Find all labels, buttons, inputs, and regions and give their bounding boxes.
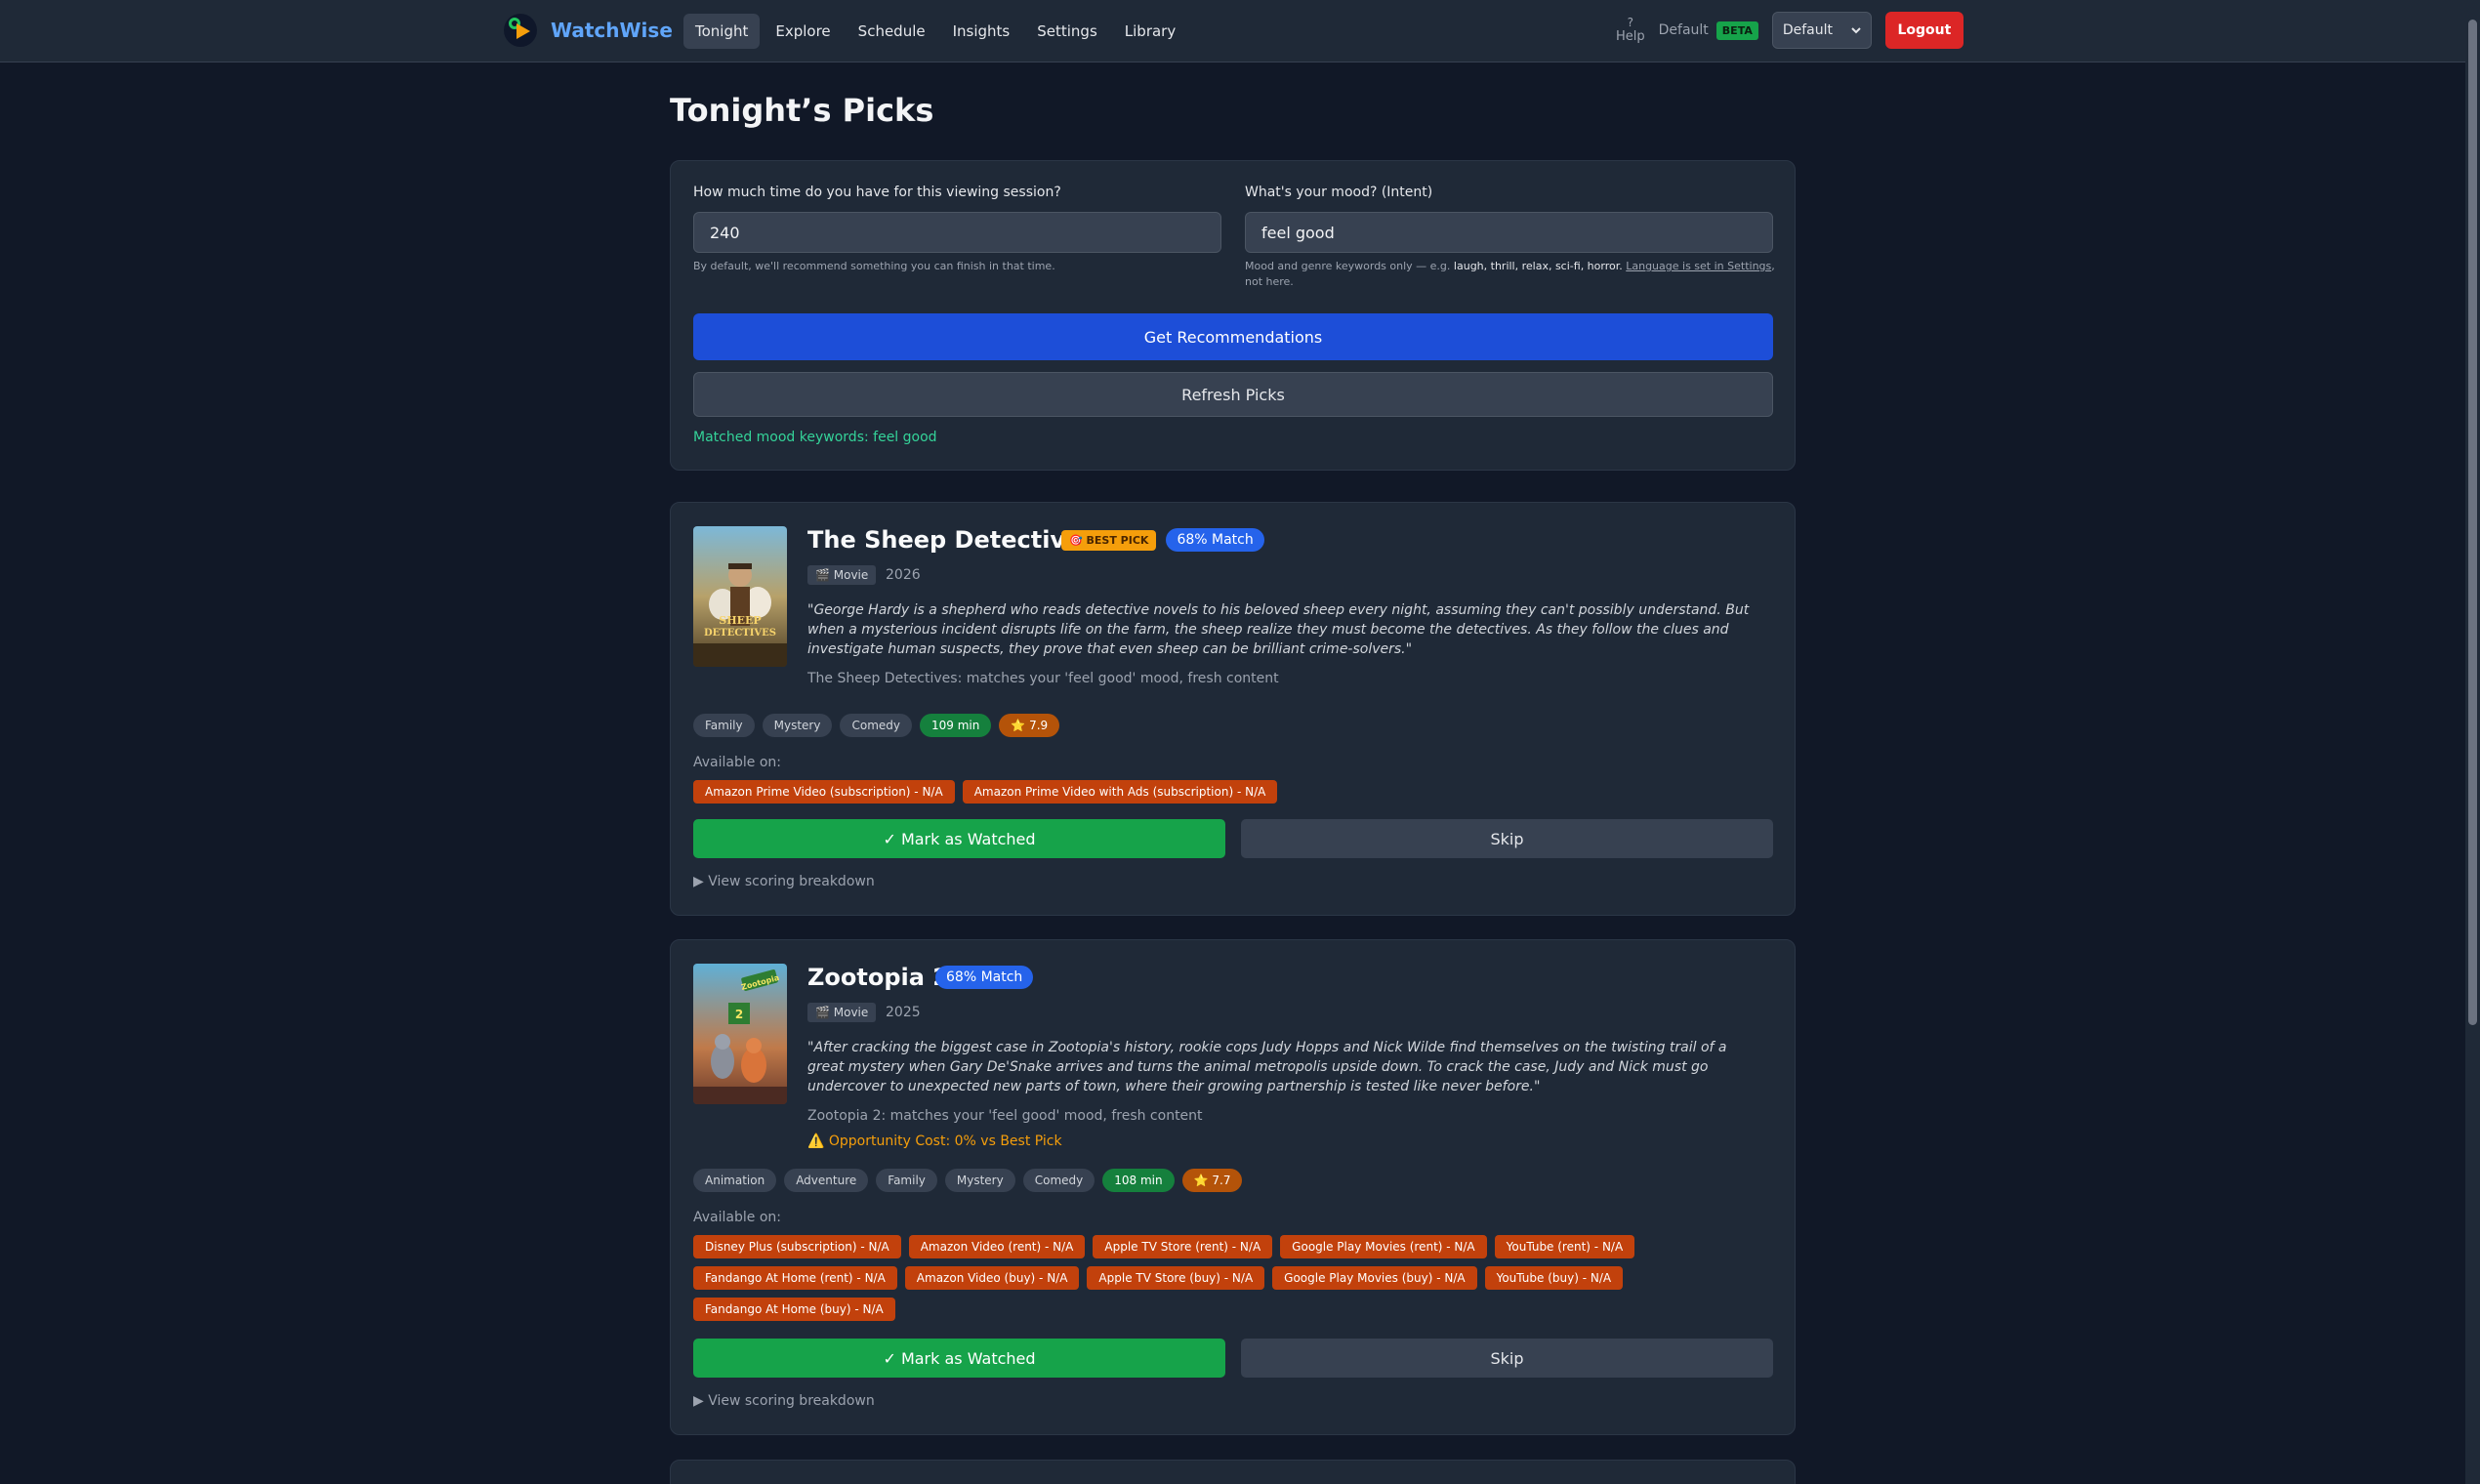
time-label: How much time do you have for this viewi… (693, 185, 1061, 200)
help-label: Help (1616, 29, 1645, 44)
mark-watched-button[interactable]: ✓ Mark as Watched (693, 819, 1225, 858)
pick-description: "After cracking the biggest case in Zoot… (807, 1040, 1727, 1094)
genre-tag: Family (876, 1169, 937, 1192)
available-label: Available on: (693, 1210, 781, 1225)
provider-badge[interactable]: Google Play Movies (buy) - N/A (1272, 1266, 1477, 1290)
nav-links: Tonight Explore Schedule Insights Settin… (683, 14, 1187, 49)
refresh-picks-button[interactable]: Refresh Picks (693, 372, 1773, 417)
runtime-tag: 109 min (919, 714, 992, 737)
mood-hint-keywords: laugh, thrill, relax, sci-fi, horror. (1453, 260, 1623, 272)
scoring-breakdown-toggle[interactable]: ▶ View scoring breakdown (693, 1393, 875, 1409)
mood-input[interactable]: feel good (1245, 212, 1773, 253)
nav-tab-schedule[interactable]: Schedule (847, 14, 937, 49)
provider-badge[interactable]: Disney Plus (subscription) - N/A (693, 1235, 901, 1258)
time-input[interactable]: 240 (693, 212, 1221, 253)
svg-text:DETECTIVES: DETECTIVES (704, 628, 776, 639)
session-form-card: How much time do you have for this viewi… (670, 160, 1796, 471)
genre-tag: Family (693, 714, 755, 737)
mark-watched-button[interactable]: ✓ Mark as Watched (693, 1339, 1225, 1378)
chevron-down-icon (1851, 27, 1861, 34)
poster-zootopia-2[interactable]: Zootopia 2 (693, 964, 787, 1104)
provider-badge[interactable]: Amazon Prime Video (subscription) - N/A (693, 780, 955, 804)
match-badge: 68% Match (935, 966, 1034, 989)
scrollbar-thumb[interactable] (2468, 20, 2477, 1025)
genre-tag: Comedy (1022, 1169, 1095, 1192)
matched-keywords: Matched mood keywords: feel good (693, 430, 937, 445)
provider-list: Disney Plus (subscription) - N/A Amazon … (693, 1235, 1777, 1321)
rating-tag: ⭐ 7.7 (1181, 1169, 1243, 1192)
release-year: 2026 (886, 567, 921, 583)
profile-select[interactable]: Default (1771, 12, 1872, 49)
time-hint: By default, we'll recommend something yo… (693, 260, 1055, 272)
brand[interactable]: WatchWise (504, 14, 673, 47)
skip-button[interactable]: Skip (1241, 1339, 1773, 1378)
provider-badge[interactable]: Apple TV Store (rent) - N/A (1093, 1235, 1273, 1258)
profile-select-value: Default (1782, 22, 1834, 38)
mood-hint: Mood and genre keywords only — e.g. laug… (1245, 259, 1777, 290)
svg-text:2: 2 (735, 1008, 743, 1021)
skip-button[interactable]: Skip (1241, 819, 1773, 858)
provider-badge[interactable]: Amazon Video (buy) - N/A (904, 1266, 1080, 1290)
pick-title: The Sheep Detectives (807, 526, 1095, 554)
mood-hint-prefix: Mood and genre keywords only — e.g. (1245, 260, 1451, 272)
release-year: 2025 (886, 1005, 921, 1020)
page-title: Tonight’s Picks (670, 92, 934, 129)
top-navbar: WatchWise Tonight Explore Schedule Insig… (0, 0, 2465, 62)
nav-tab-library[interactable]: Library (1113, 14, 1187, 49)
genre-tag: Adventure (784, 1169, 869, 1192)
type-badge: 🎬 Movie (807, 1003, 877, 1022)
pick-badges: 68% Match (935, 966, 1034, 989)
poster-logo-text: SHEEP (719, 614, 761, 627)
logout-button[interactable]: Logout (1884, 12, 1963, 49)
pick-tags: Family Mystery Comedy 109 min ⭐ 7.9 (693, 714, 1060, 737)
provider-badge[interactable]: Google Play Movies (rent) - N/A (1280, 1235, 1487, 1258)
language-settings-link[interactable]: Language is set in Settings (1626, 260, 1771, 272)
genre-tag: Mystery (762, 714, 833, 737)
genre-tag: Comedy (840, 714, 912, 737)
match-badge: 68% Match (1166, 528, 1264, 552)
best-pick-badge: 🎯 BEST PICK (1061, 529, 1157, 551)
pick-badges: 🎯 BEST PICK 68% Match (1061, 528, 1264, 552)
pick-title: Zootopia 2 (807, 964, 949, 991)
pick-card-sheep-detectives: SHEEP DETECTIVES The Sheep Detectives 🎯 … (670, 502, 1796, 916)
mood-label: What's your mood? (Intent) (1245, 185, 1433, 200)
watchwise-logo-icon (504, 14, 537, 47)
rating-tag: ⭐ 7.9 (999, 714, 1060, 737)
provider-badge[interactable]: YouTube (buy) - N/A (1484, 1266, 1624, 1290)
pick-tags: Animation Adventure Family Mystery Comed… (693, 1169, 1243, 1192)
nav-tab-settings[interactable]: Settings (1025, 14, 1109, 49)
provider-list: Amazon Prime Video (subscription) - N/A … (693, 780, 1777, 804)
scoring-breakdown-toggle[interactable]: ▶ View scoring breakdown (693, 874, 875, 889)
profile-name: Default (1658, 22, 1709, 38)
opportunity-cost: ⚠️ Opportunity Cost: 0% vs Best Pick (807, 1134, 1062, 1149)
pick-reason: Zootopia 2: matches your 'feel good' moo… (807, 1108, 1203, 1124)
beta-badge: BETA (1715, 21, 1758, 40)
help-button[interactable]: ? Help (1616, 15, 1645, 46)
pick-description: "George Hardy is a shepherd who reads de… (807, 602, 1750, 657)
poster-sheep-detectives[interactable]: SHEEP DETECTIVES (693, 526, 787, 667)
brand-name: WatchWise (551, 19, 673, 42)
provider-badge[interactable]: Fandango At Home (buy) - N/A (693, 1298, 895, 1321)
provider-badge[interactable]: Amazon Prime Video with Ads (subscriptio… (962, 780, 1278, 804)
help-icon: ? (1627, 16, 1633, 29)
provider-badge[interactable]: Apple TV Store (buy) - N/A (1087, 1266, 1265, 1290)
genre-tag: Mystery (944, 1169, 1015, 1192)
type-badge: 🎬 Movie (807, 565, 877, 585)
provider-badge[interactable]: Amazon Video (rent) - N/A (908, 1235, 1086, 1258)
provider-badge[interactable]: Fandango At Home (rent) - N/A (693, 1266, 897, 1290)
pick-card-zootopia-2: Zootopia 2 Zootopia 2 68% Match 🎬 Movie … (670, 939, 1796, 1435)
genre-tag: Animation (693, 1169, 777, 1192)
pick-reason: The Sheep Detectives: matches your 'feel… (807, 671, 1279, 686)
get-recommendations-button[interactable]: Get Recommendations (693, 313, 1773, 360)
pick-card-next (670, 1460, 1796, 1484)
nav-right: ? Help Default BETA Default Logout (1616, 12, 1963, 49)
nav-tab-tonight[interactable]: Tonight (683, 14, 761, 49)
provider-badge[interactable]: YouTube (rent) - N/A (1494, 1235, 1635, 1258)
available-label: Available on: (693, 755, 781, 770)
nav-tab-insights[interactable]: Insights (941, 14, 1022, 49)
runtime-tag: 108 min (1102, 1169, 1175, 1192)
nav-tab-explore[interactable]: Explore (764, 14, 842, 49)
